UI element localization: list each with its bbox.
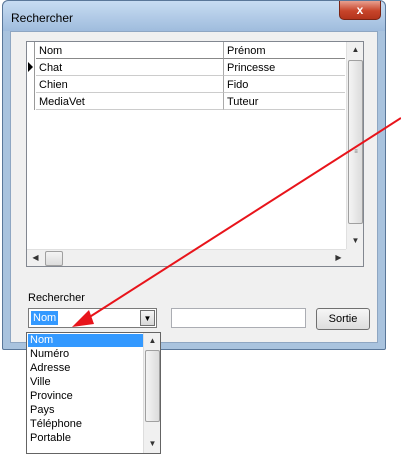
dropdown-option[interactable]: Portable — [28, 432, 143, 445]
row-selector[interactable] — [27, 59, 35, 76]
sortie-button[interactable]: Sortie — [316, 308, 370, 330]
arrow-up-icon[interactable]: ▲ — [144, 336, 160, 345]
table-row[interactable]: MediaVet Tuteur — [27, 93, 345, 110]
arrow-right-icon[interactable]: ▶ — [330, 253, 347, 262]
table-row[interactable]: Chien Fido — [27, 76, 345, 93]
dropdown-scroll-thumb[interactable] — [145, 350, 160, 422]
column-header-prenom[interactable]: Prénom — [224, 42, 345, 59]
cell-nom[interactable]: Chien — [36, 76, 224, 93]
close-icon: x — [356, 3, 364, 17]
arrow-down-icon[interactable]: ▼ — [347, 236, 364, 245]
arrow-left-icon[interactable]: ◀ — [27, 253, 44, 262]
grip-icon: ≡ — [354, 149, 358, 155]
cell-prenom[interactable]: Tuteur — [224, 93, 345, 110]
dropdown-option[interactable]: Pays — [28, 404, 143, 417]
row-pointer-icon — [28, 62, 33, 72]
field-dropdown-list[interactable]: Nom Numéro Adresse Ville Province Pays T… — [26, 332, 161, 454]
cell-prenom[interactable]: Fido — [224, 76, 345, 93]
vertical-scrollbar[interactable]: ▲ ≡ ▼ — [346, 42, 363, 250]
arrow-up-icon[interactable]: ▲ — [347, 45, 364, 54]
chevron-down-icon: ▼ — [143, 313, 152, 323]
row-header-corner — [27, 42, 35, 59]
vertical-scroll-thumb[interactable]: ≡ — [348, 60, 363, 224]
arrow-down-icon[interactable]: ▼ — [144, 439, 160, 448]
search-input[interactable] — [171, 308, 306, 328]
window-title: Rechercher — [11, 11, 74, 25]
cell-nom[interactable]: MediaVet — [36, 93, 224, 110]
cell-prenom[interactable]: Princesse — [224, 59, 345, 76]
horizontal-scrollbar[interactable]: ◀ ▶ — [27, 249, 347, 266]
dropdown-option[interactable]: Ville — [28, 376, 143, 389]
row-selector[interactable] — [27, 93, 35, 110]
window-client-area: Nom Prénom Chat Princesse Chien Fido Med… — [10, 31, 378, 343]
close-button[interactable]: x — [339, 1, 381, 20]
rechercher-window: Rechercher x Nom Prénom Chat Princesse C… — [2, 0, 386, 350]
dropdown-option[interactable]: Adresse — [28, 362, 143, 375]
dropdown-option[interactable]: Numéro — [28, 348, 143, 361]
scrollbar-corner — [346, 249, 363, 266]
table-row[interactable]: Chat Princesse — [27, 59, 345, 76]
search-field-combo[interactable]: Nom ▼ — [28, 308, 157, 328]
horizontal-scroll-thumb[interactable] — [45, 251, 63, 266]
dropdown-option[interactable]: Téléphone — [28, 418, 143, 431]
title-bar[interactable]: Rechercher x — [3, 1, 385, 31]
row-selector[interactable] — [27, 76, 35, 93]
dropdown-option[interactable]: Province — [28, 390, 143, 403]
grid-header: Nom Prénom — [27, 42, 345, 59]
combo-selected-value[interactable]: Nom — [31, 311, 59, 325]
results-grid[interactable]: Nom Prénom Chat Princesse Chien Fido Med… — [26, 41, 364, 267]
dropdown-scrollbar[interactable]: ▲ ▼ — [143, 333, 160, 453]
combo-toggle-button[interactable]: ▼ — [140, 310, 155, 326]
search-field-label: Rechercher — [28, 292, 85, 304]
cell-nom[interactable]: Chat — [36, 59, 224, 76]
column-header-nom[interactable]: Nom — [36, 42, 224, 59]
dropdown-option[interactable]: Nom — [28, 334, 143, 347]
